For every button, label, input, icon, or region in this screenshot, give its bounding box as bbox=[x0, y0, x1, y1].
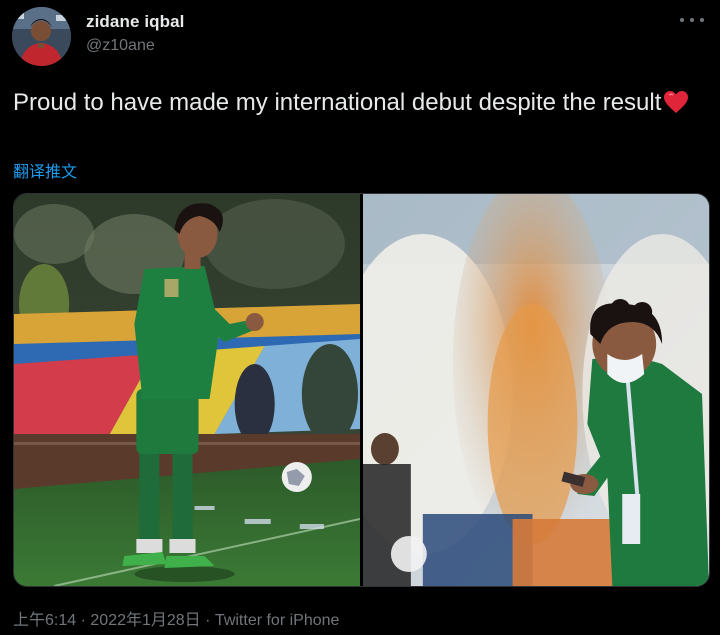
heart-emoji-icon bbox=[663, 90, 689, 123]
meta-separator-2: · bbox=[205, 612, 211, 629]
photo-2-image bbox=[363, 194, 709, 586]
tweet-text: Proud to have made my international debu… bbox=[13, 86, 713, 123]
tweet-card: zidane iqbal @z10ane Proud to have made … bbox=[0, 0, 720, 635]
tweet-source[interactable]: Twitter for iPhone bbox=[215, 612, 340, 629]
meta-separator: · bbox=[80, 612, 86, 629]
tweet-meta: 上午6:14 · 2022年1月28日 · Twitter for iPhone bbox=[13, 606, 339, 630]
photo-1[interactable] bbox=[14, 194, 360, 586]
tweet-body: Proud to have made my international debu… bbox=[13, 89, 662, 116]
display-name[interactable]: zidane iqbal bbox=[86, 12, 185, 32]
avatar[interactable] bbox=[12, 7, 71, 66]
more-options-icon[interactable] bbox=[680, 12, 704, 28]
media-grid bbox=[13, 193, 710, 587]
photo-1-image bbox=[14, 194, 360, 586]
tweet-time[interactable]: 上午6:14 bbox=[13, 612, 76, 629]
photo-2[interactable] bbox=[363, 194, 709, 586]
user-handle[interactable]: @z10ane bbox=[86, 37, 155, 55]
tweet-date[interactable]: 2022年1月28日 bbox=[90, 612, 200, 629]
avatar-image bbox=[12, 7, 71, 66]
translate-tweet-link[interactable]: 翻译推文 bbox=[13, 158, 77, 182]
